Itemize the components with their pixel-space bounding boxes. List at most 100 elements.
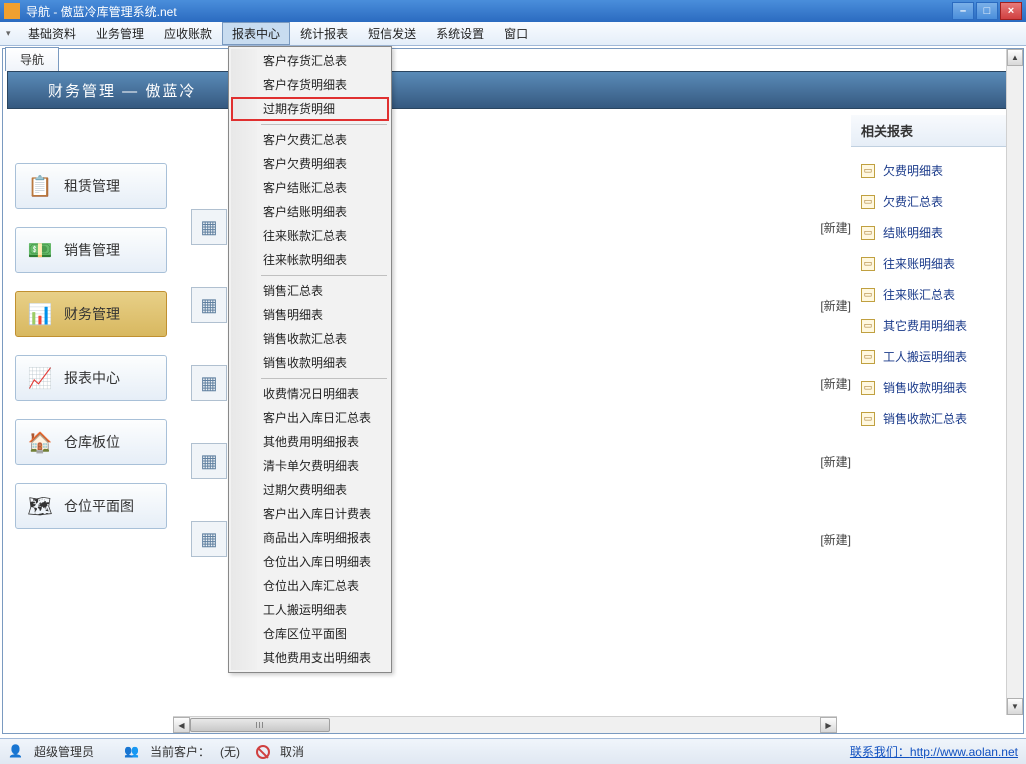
minimize-button[interactable]: – (952, 2, 974, 20)
related-report-label: 欠费汇总表 (883, 193, 943, 210)
scroll-left-icon[interactable]: ◀ (173, 717, 190, 733)
maximize-button[interactable]: □ (976, 2, 998, 20)
nav-租赁管理[interactable]: 📋 租赁管理 (15, 163, 167, 209)
content-row-icon: ▦ (191, 365, 227, 401)
menu-基础资料[interactable]: 基础资料 (18, 22, 86, 45)
nav-报表中心[interactable]: 📈 报表中心 (15, 355, 167, 401)
dropdown-item[interactable]: 客户存货汇总表 (231, 49, 389, 73)
dropdown-item[interactable]: 仓位出入库汇总表 (231, 574, 389, 598)
dropdown-item[interactable]: 销售收款明细表 (231, 351, 389, 375)
related-report-item[interactable]: ▭销售收款汇总表 (855, 403, 1015, 434)
dropdown-item[interactable]: 客户出入库日汇总表 (231, 406, 389, 430)
menu-短信发送[interactable]: 短信发送 (358, 22, 426, 45)
dropdown-item[interactable]: 清卡单欠费明细表 (231, 454, 389, 478)
nav-label: 财务管理 (64, 304, 120, 324)
content-row-icon: ▦ (191, 209, 227, 245)
scroll-right-icon[interactable]: ▶ (820, 717, 837, 733)
related-report-item[interactable]: ▭ 工人搬运明细表 (855, 341, 1015, 372)
related-report-label: 往来账明细表 (883, 255, 955, 272)
new-link[interactable]: [新建] (820, 531, 851, 548)
related-report-item[interactable]: ▭ 往来账明细表 (855, 248, 1015, 279)
menu-窗口[interactable]: 窗口 (494, 22, 538, 45)
statusbar: 👤 超级管理员 👥 当前客户： (无) 取消 联系我们：http://www.a… (0, 738, 1026, 764)
menu-业务管理[interactable]: 业务管理 (86, 22, 154, 45)
related-report-label: 其它费用明细表 (883, 317, 967, 334)
dropdown-item[interactable]: 销售汇总表 (231, 279, 389, 303)
new-link[interactable]: [新建] (820, 375, 851, 392)
dropdown-item[interactable]: 其他费用支出明细表 (231, 646, 389, 670)
nav-label: 仓库板位 (64, 432, 120, 452)
dropdown-item[interactable]: 客户出入库日计费表 (231, 502, 389, 526)
dropdown-item[interactable]: 工人搬运明细表 (231, 598, 389, 622)
nav-仓位平面图[interactable]: 🗺仓位平面图 (15, 483, 167, 529)
vertical-scrollbar[interactable]: ▲ ▼ (1006, 49, 1023, 715)
menu-应收账款[interactable]: 应收账款 (154, 22, 222, 45)
nav-销售管理[interactable]: 💵销售管理 (15, 227, 167, 273)
content-row-icon: ▦ (191, 521, 227, 557)
new-link[interactable]: [新建] (820, 453, 851, 470)
related-report-item[interactable]: ▭欠费明细表 (855, 155, 1015, 186)
horizontal-scrollbar[interactable]: ◀ ▶ (173, 716, 837, 733)
dropdown-item[interactable]: 客户结账汇总表 (231, 176, 389, 200)
related-report-item[interactable]: ▭往来账汇总表 (855, 279, 1015, 310)
nav-icon: 📊 (26, 300, 54, 328)
close-button[interactable]: × (1000, 2, 1022, 20)
nav-仓库板位[interactable]: 🏠 仓库板位 (15, 419, 167, 465)
dropdown-item[interactable]: 往来帐款明细表 (231, 248, 389, 272)
menu-报表中心[interactable]: 报表中心 (222, 22, 290, 45)
related-report-item[interactable]: ▭结账明细表 (855, 217, 1015, 248)
tab-nav[interactable]: 导航 (5, 47, 59, 71)
content-row-icon: ▦ (191, 287, 227, 323)
report-icon: ▭ (861, 164, 875, 178)
dropdown-item[interactable]: 客户欠费明细表 (231, 152, 389, 176)
nav-财务管理[interactable]: 📊 财务管理 (15, 291, 167, 337)
dropdown-item[interactable]: 其他费用明细报表 (231, 430, 389, 454)
report-icon: ▭ (861, 288, 875, 302)
related-report-item[interactable]: ▭销售收款明细表 (855, 372, 1015, 403)
new-link[interactable]: [新建] (820, 297, 851, 314)
right-panel: 相关报表 ▭欠费明细表▭欠费汇总表▭结账明细表▭往来账明细表▭往来账汇总表▭其它… (851, 115, 1019, 729)
scroll-track[interactable] (190, 717, 820, 733)
nav-icon: 📋 (26, 172, 54, 200)
new-link[interactable]: [新建] (820, 219, 851, 236)
cancel-icon[interactable] (256, 745, 270, 759)
dropdown-item[interactable]: 销售收款汇总表 (231, 327, 389, 351)
dropdown-item[interactable]: 客户欠费汇总表 (231, 128, 389, 152)
related-report-item[interactable]: ▭其它费用明细表 (855, 310, 1015, 341)
related-report-label: 工人搬运明细表 (883, 348, 967, 365)
user-icon: 👤 (8, 744, 24, 760)
dropdown-separator (261, 378, 387, 379)
status-user: 超级管理员 (34, 743, 94, 760)
scroll-up-icon[interactable]: ▲ (1007, 49, 1023, 66)
dropdown-item[interactable]: 仓位出入库日明细表 (231, 550, 389, 574)
dropdown-item[interactable]: 收费情况日明细表 (231, 382, 389, 406)
menubar-chevron-icon[interactable]: ▾ (6, 28, 18, 39)
dropdown-item[interactable]: 过期存货明细 (231, 97, 389, 121)
window-title: 导航 - 傲蓝冷库管理系统.net (26, 3, 952, 20)
related-report-item[interactable]: ▭欠费汇总表 (855, 186, 1015, 217)
dropdown-item[interactable]: 过期欠费明细表 (231, 478, 389, 502)
dropdown-item[interactable]: 商品出入库明细报表 (231, 526, 389, 550)
related-report-label: 结账明细表 (883, 224, 943, 241)
nav-icon: 📈 (26, 364, 54, 392)
scroll-thumb[interactable] (190, 718, 330, 732)
dropdown-item[interactable]: 往来账款汇总表 (231, 224, 389, 248)
report-icon: ▭ (861, 257, 875, 271)
nav-icon: 🏠 (26, 428, 54, 456)
nav-label: 报表中心 (64, 368, 120, 388)
status-cancel[interactable]: 取消 (280, 743, 304, 760)
scroll-down-icon[interactable]: ▼ (1007, 698, 1023, 715)
contact-label[interactable]: 联系我们： (850, 745, 910, 759)
dropdown-item[interactable]: 客户存货明细表 (231, 73, 389, 97)
nav-label: 租赁管理 (64, 176, 120, 196)
menu-统计报表[interactable]: 统计报表 (290, 22, 358, 45)
dropdown-item[interactable]: 销售明细表 (231, 303, 389, 327)
menu-系统设置[interactable]: 系统设置 (426, 22, 494, 45)
dropdown-separator (261, 124, 387, 125)
tab-strip: 导航 (3, 49, 1023, 71)
dropdown-item[interactable]: 仓库区位平面图 (231, 622, 389, 646)
window-controls: – □ × (952, 2, 1022, 20)
report-icon: ▭ (861, 350, 875, 364)
dropdown-item[interactable]: 客户结账明细表 (231, 200, 389, 224)
contact-link[interactable]: http://www.aolan.net (910, 745, 1018, 759)
